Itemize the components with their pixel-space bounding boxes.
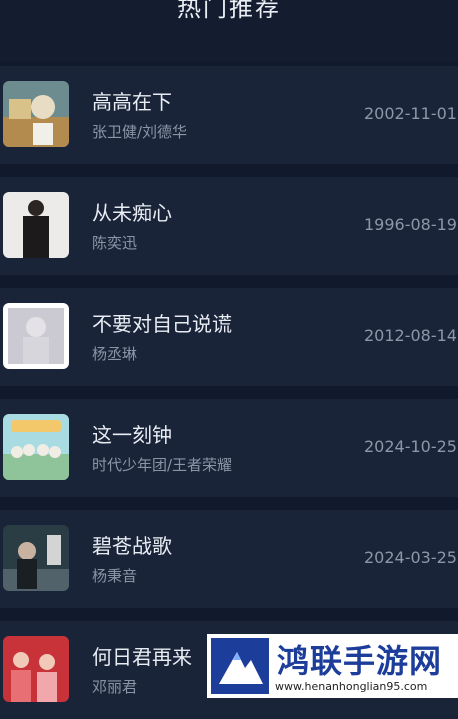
album-cover-5 [3,525,69,591]
page-title: 热门推荐 [177,0,281,22]
song-row-3[interactable]: 不要对自己说谎 杨丞琳 2012-08-14 [0,288,458,386]
watermark-url: www.henanhonglian95.com [275,680,428,693]
song-row-4[interactable]: 这一刻钟 时代少年团/王者荣耀 2024-10-25 [0,399,458,497]
album-cover-2 [3,192,69,258]
watermark: 鸿联手游网 www.henanhonglian95.com [207,634,458,698]
header: 热门推荐 [0,0,458,62]
watermark-name: 鸿联手游网 [277,642,443,680]
song-artist: 杨秉音 [92,567,138,585]
song-row-5[interactable]: 碧苍战歌 杨秉音 2024-03-25 [0,510,458,608]
album-cover-3 [3,303,69,369]
song-artist: 陈奕迅 [92,234,138,252]
song-title: 碧苍战歌 [92,534,172,558]
album-cover-4 [3,414,69,480]
watermark-logo-icon [211,638,269,694]
song-artist: 邓丽君 [92,678,138,696]
song-title: 高高在下 [92,90,172,114]
song-title: 何日君再来 [92,645,192,669]
release-date: 1996-08-19 [364,215,457,234]
release-date: 2024-03-25 [364,548,457,567]
release-date: 2012-08-14 [364,326,457,345]
album-cover-1 [3,81,69,147]
song-row-2[interactable]: 从未痴心 陈奕迅 1996-08-19 [0,177,458,275]
song-title: 这一刻钟 [92,423,172,447]
song-artist: 杨丞琳 [92,345,138,363]
song-title: 从未痴心 [92,201,172,225]
song-artist: 张卫健/刘德华 [92,123,188,141]
release-date: 2002-11-01 [364,104,457,123]
album-cover-6 [3,636,69,702]
song-artist: 时代少年团/王者荣耀 [92,456,233,474]
song-title: 不要对自己说谎 [92,312,232,336]
song-row-1[interactable]: 高高在下 张卫健/刘德华 2002-11-01 [0,66,458,164]
release-date: 2024-10-25 [364,437,457,456]
